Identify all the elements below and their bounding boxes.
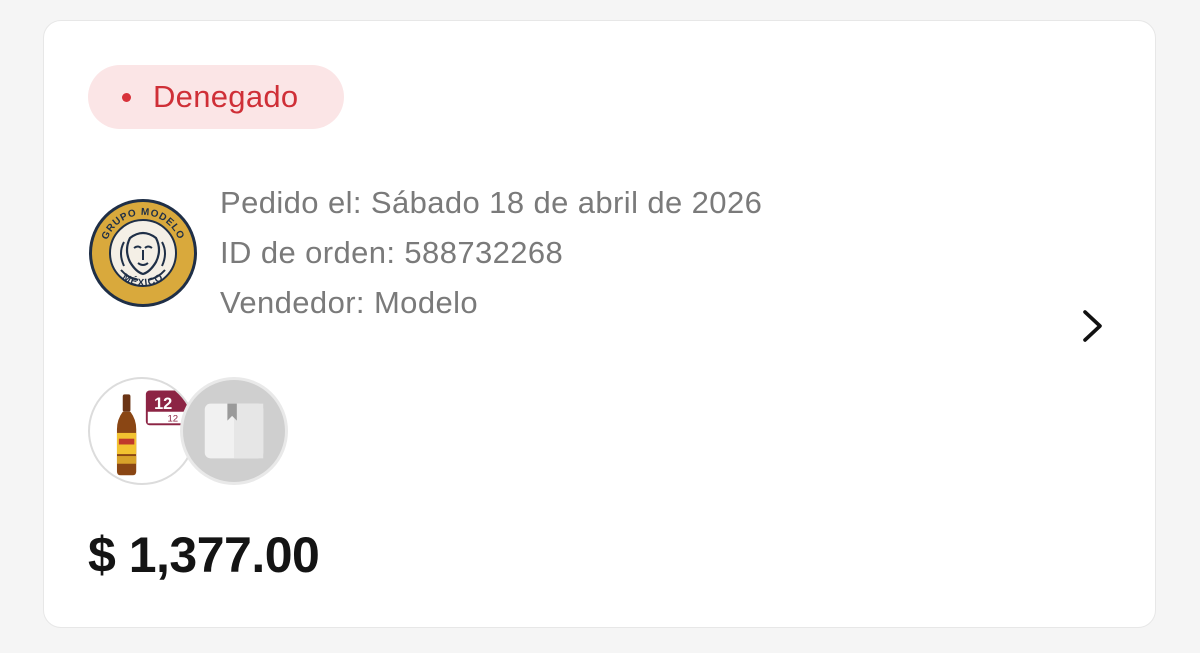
status-badge: Denegado: [88, 65, 344, 129]
beer-bottle-icon: 12 12: [116, 390, 191, 476]
order-card[interactable]: Denegado GRUPO MODELO MÉXICO Pedido el: …: [43, 20, 1156, 628]
order-date: Pedido el: Sábado 18 de abril de 2026: [220, 185, 763, 220]
order-id: ID de orden: 588732268: [220, 235, 564, 270]
product-thumbnail: [180, 377, 288, 485]
order-details: Pedido el: Sábado 18 de abril de 2026 ID…: [220, 183, 762, 333]
order-seller: Vendedor: Modelo: [220, 285, 479, 320]
product-thumbnails: 12 12: [88, 377, 298, 489]
grupo-modelo-logo: GRUPO MODELO MÉXICO: [89, 199, 197, 307]
chevron-right-icon[interactable]: [1074, 304, 1110, 348]
pack-label: 12: [154, 395, 172, 413]
svg-text:12: 12: [167, 413, 178, 424]
order-total: $ 1,377.00: [88, 527, 320, 583]
status-label: Denegado: [153, 79, 299, 114]
status-dot: [122, 92, 131, 102]
placeholder-box-icon: [204, 403, 264, 459]
